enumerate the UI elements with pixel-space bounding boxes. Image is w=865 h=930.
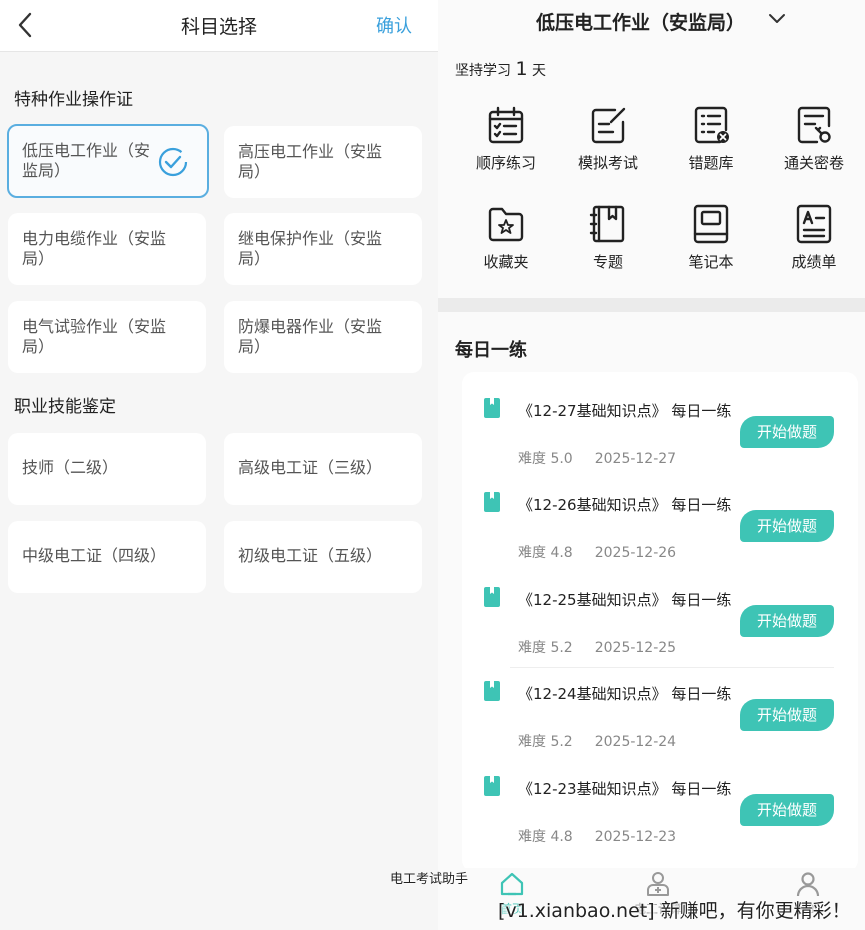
section-title-vocational-skill: 职业技能鉴定 xyxy=(14,397,116,417)
subject-selection-panel: 科目选择 确认 特种作业操作证 低压电工作业（安 监局） 高压电工作业（安监 局） … xyxy=(0,0,438,930)
edit-note-icon xyxy=(591,107,626,144)
subject-option-low-voltage[interactable]: 低压电工作业（安 监局） xyxy=(7,124,209,198)
tool-label: 通关密卷 xyxy=(783,154,844,172)
book-icon xyxy=(484,587,500,607)
daily-practice-list: 《12-27基础知识点》 每日一练 开始做题 难度 5.0 2025-12-27 … xyxy=(462,372,858,872)
header-bar: 科目选择 确认 xyxy=(0,0,438,52)
subject-option-relay-protection[interactable]: 继电保护作业（安监 局） xyxy=(224,213,422,285)
tool-label: 收藏夹 xyxy=(483,253,529,271)
option-label: 继电保护作业（安监 局） xyxy=(238,229,383,268)
book-icon xyxy=(484,681,500,701)
section-divider xyxy=(438,298,865,312)
watermark-text: [v1.xianbao.net] 新赚吧，有你更精彩！ xyxy=(498,900,851,922)
tool-score-report[interactable]: 成绩单 xyxy=(762,203,865,283)
item-title: 《12-24基础知识点》 每日一练 xyxy=(518,685,732,703)
home-icon xyxy=(500,872,524,896)
section-title-special-ops: 特种作业操作证 xyxy=(14,90,133,110)
option-label: 技师（二级） xyxy=(22,458,119,477)
start-practice-button[interactable]: 开始做题 xyxy=(740,510,834,542)
item-meta: 难度 5.2 2025-12-24 xyxy=(518,734,677,750)
home-top: 低压电工作业（安监局） 坚持学习 1 天 顺序练习 模拟考试 错题库 通关密卷 … xyxy=(438,0,865,300)
tool-notebook[interactable]: 笔记本 xyxy=(659,203,763,283)
start-practice-button[interactable]: 开始做题 xyxy=(740,699,834,731)
streak-days: 1 xyxy=(515,58,528,80)
option-label: 中级电工证（四级） xyxy=(22,546,167,565)
chevron-down-icon[interactable] xyxy=(768,12,786,26)
key-paper-icon xyxy=(797,106,831,144)
subject-option-electrical-test[interactable]: 电气试验作业（安监 局） xyxy=(8,301,206,373)
item-meta: 难度 5.2 2025-12-25 xyxy=(518,640,677,656)
tool-label: 顺序练习 xyxy=(475,154,536,172)
subject-option-power-cable[interactable]: 电力电缆作业（安监 局） xyxy=(8,213,206,285)
home-panel: 低压电工作业（安监局） 坚持学习 1 天 顺序练习 模拟考试 错题库 通关密卷 … xyxy=(438,0,865,930)
tool-label: 错题库 xyxy=(688,154,734,172)
list-item: 《12-24基础知识点》 每日一练 开始做题 难度 5.2 2025-12-24 xyxy=(462,655,858,750)
grade-sheet-icon xyxy=(796,204,832,244)
list-item: 《12-23基础知识点》 每日一练 开始做题 难度 4.8 2025-12-23 xyxy=(462,750,858,845)
item-title: 《12-23基础知识点》 每日一练 xyxy=(518,780,732,798)
item-meta: 难度 4.8 2025-12-23 xyxy=(518,829,677,845)
subject-option-technician[interactable]: 技师（二级） xyxy=(8,433,206,505)
tool-favorites[interactable]: 收藏夹 xyxy=(454,203,558,283)
tool-wrong-questions[interactable]: 错题库 xyxy=(659,104,763,184)
tool-topics[interactable]: 专题 xyxy=(556,203,660,283)
tool-sequential-practice[interactable]: 顺序练习 xyxy=(454,104,558,184)
book-icon xyxy=(484,776,500,796)
confirm-button[interactable]: 确认 xyxy=(376,12,412,38)
tool-label: 模拟考试 xyxy=(577,154,638,172)
option-label: 电力电缆作业（安监 局） xyxy=(22,229,167,268)
item-meta: 难度 4.8 2025-12-26 xyxy=(518,545,677,561)
current-subject[interactable]: 低压电工作业（安监局） xyxy=(536,8,745,35)
app-name-overlay: 电工考试助手 xyxy=(390,872,469,887)
calculator-person-icon xyxy=(647,872,669,896)
option-label: 电气试验作业（安监 局） xyxy=(22,317,167,356)
wrong-list-icon xyxy=(694,106,729,144)
start-practice-button[interactable]: 开始做题 xyxy=(740,605,834,637)
start-practice-button[interactable]: 开始做题 xyxy=(740,794,834,826)
option-label: 高压电工作业（安监 局） xyxy=(238,142,383,181)
tool-label: 专题 xyxy=(592,253,623,271)
notebook-icon xyxy=(693,204,729,244)
tool-secret-paper[interactable]: 通关密卷 xyxy=(762,104,865,184)
page-title: 科目选择 xyxy=(180,16,257,38)
list-item: 《12-27基础知识点》 每日一练 开始做题 难度 5.0 2025-12-27 xyxy=(462,372,858,467)
option-label: 初级电工证（五级） xyxy=(238,546,383,565)
item-title: 《12-26基础知识点》 每日一练 xyxy=(518,496,732,514)
item-meta: 难度 5.0 2025-12-27 xyxy=(518,451,677,467)
check-circle-icon xyxy=(158,147,188,177)
start-practice-button[interactable]: 开始做题 xyxy=(740,416,834,448)
book-icon xyxy=(484,398,500,418)
subject-option-explosion-proof[interactable]: 防爆电器作业（安监 局） xyxy=(224,301,422,373)
study-streak: 坚持学习 1 天 xyxy=(455,58,546,80)
daily-practice-title: 每日一练 xyxy=(455,340,527,361)
subject-option-senior-electrician[interactable]: 高级电工证（三级） xyxy=(224,433,422,505)
book-icon xyxy=(484,492,500,512)
tool-label: 成绩单 xyxy=(791,253,837,271)
user-icon xyxy=(796,872,820,897)
option-label: 高级电工证（三级） xyxy=(238,458,383,477)
option-label: 防爆电器作业（安监 局） xyxy=(238,317,383,356)
calendar-list-icon xyxy=(488,106,524,144)
list-item: 《12-26基础知识点》 每日一练 开始做题 难度 4.8 2025-12-26 xyxy=(462,466,858,561)
tool-mock-exam[interactable]: 模拟考试 xyxy=(556,104,660,184)
item-title: 《12-25基础知识点》 每日一练 xyxy=(518,591,732,609)
star-folder-icon xyxy=(488,207,524,242)
subject-option-intermediate-electrician[interactable]: 中级电工证（四级） xyxy=(8,521,206,593)
subject-option-high-voltage[interactable]: 高压电工作业（安监 局） xyxy=(224,126,422,198)
bookmark-book-icon xyxy=(589,205,625,243)
item-title: 《12-27基础知识点》 每日一练 xyxy=(518,402,732,420)
tool-label: 笔记本 xyxy=(688,253,734,271)
list-item: 《12-25基础知识点》 每日一练 开始做题 难度 5.2 2025-12-25 xyxy=(462,561,858,656)
subject-option-junior-electrician[interactable]: 初级电工证（五级） xyxy=(224,521,422,593)
